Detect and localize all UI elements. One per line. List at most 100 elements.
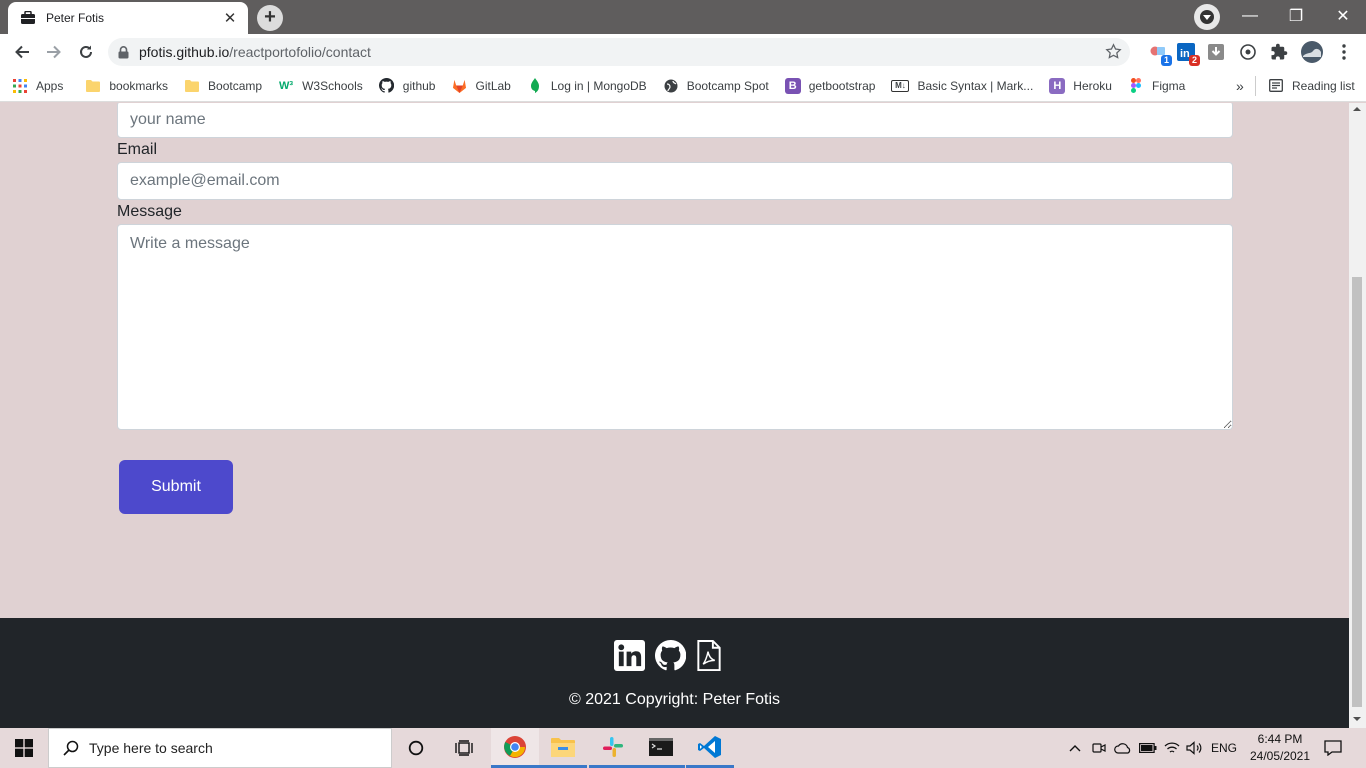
bootstrap-icon: B [784, 77, 801, 94]
reading-list-button[interactable]: Reading list [1260, 72, 1363, 100]
bookmark-bootcamp[interactable]: Bootcamp [176, 72, 270, 100]
bookmark-apps[interactable]: Apps [0, 72, 71, 100]
markdown-icon: M↓ [891, 79, 910, 92]
reading-list-icon [1268, 78, 1284, 94]
bookmark-markdown[interactable]: M↓ Basic Syntax | Mark... [883, 72, 1041, 100]
battery-icon[interactable] [1138, 728, 1158, 768]
minimize-button[interactable]: — [1227, 0, 1273, 32]
github-icon[interactable] [655, 640, 686, 671]
onedrive-icon[interactable] [1113, 728, 1133, 768]
volume-icon[interactable] [1184, 728, 1204, 768]
bookmark-label: Basic Syntax | Mark... [917, 78, 1034, 93]
bookmark-label: Log in | MongoDB [550, 78, 647, 93]
bookmark-github[interactable]: github [371, 72, 444, 100]
new-tab-button[interactable]: + [257, 5, 283, 31]
folder-icon [184, 78, 200, 94]
forward-icon[interactable] [40, 38, 68, 66]
page-scrollbar[interactable] [1349, 103, 1366, 728]
tab-close-icon[interactable]: ✕ [222, 9, 238, 27]
bookmark-getbootstrap[interactable]: B getbootstrap [777, 72, 884, 100]
bookmark-bookmarks[interactable]: bookmarks [77, 72, 176, 100]
pdf-resume-icon[interactable] [696, 640, 722, 671]
task-view-icon[interactable] [440, 728, 488, 768]
browser-tab[interactable]: Peter Fotis ✕ [8, 2, 248, 34]
lock-icon[interactable] [118, 45, 129, 59]
extension-circle-icon[interactable] [1236, 40, 1260, 64]
linkedin-badge: 2 [1188, 55, 1200, 66]
page-content: Email Message Submit © 2021 Copyright: P… [0, 103, 1349, 728]
reading-list-label: Reading list [1292, 78, 1355, 93]
mongodb-icon [527, 78, 543, 94]
close-window-button[interactable]: ✕ [1320, 0, 1366, 32]
clock-time: 6:44 PM [1257, 732, 1303, 746]
bookmark-label: Figma [1151, 78, 1186, 93]
chrome-taskbar-icon[interactable] [491, 728, 539, 768]
linkedin-icon[interactable] [614, 640, 645, 671]
slack-icon[interactable] [589, 728, 637, 768]
bookmarks-bar: Apps bookmarks Bootcamp W³ W3Schools git… [0, 70, 1366, 102]
scroll-up-icon[interactable] [1353, 107, 1361, 111]
bookmark-label: bookmarks [109, 78, 169, 93]
windows-start-icon[interactable] [0, 728, 48, 768]
github-icon [379, 78, 395, 94]
linkedin-ext-icon[interactable]: in 2 [1174, 40, 1200, 66]
folder-icon [85, 78, 101, 94]
scrollbar-thumb[interactable] [1352, 277, 1362, 707]
taskbar-search-box[interactable]: Type here to search [48, 728, 392, 768]
submit-button[interactable]: Submit [119, 460, 233, 514]
file-explorer-icon[interactable] [539, 728, 587, 768]
copyright-text: © 2021 Copyright: Peter Fotis [569, 691, 780, 708]
download-icon[interactable] [1204, 40, 1228, 64]
bookmark-figma[interactable]: Figma [1120, 72, 1193, 100]
bookmark-label: github [402, 78, 436, 93]
scroll-down-icon[interactable] [1353, 717, 1361, 721]
bookmark-bootcamp-spot[interactable]: Bootcamp Spot [655, 72, 777, 100]
bookmark-heroku[interactable]: H Heroku [1041, 72, 1120, 100]
page-footer: © 2021 Copyright: Peter Fotis [0, 618, 1349, 728]
address-bar[interactable]: pfotis.github.io/reactportofolio/contact [108, 38, 1130, 66]
bookmark-label: W3Schools [302, 78, 363, 93]
maximize-button[interactable]: ❐ [1273, 0, 1319, 32]
bookmark-gitlab[interactable]: GitLab [443, 72, 518, 100]
extension-icon[interactable]: 1 [1146, 40, 1172, 66]
bookmark-label: Apps [36, 78, 64, 93]
browser-toolbar: pfotis.github.io/reactportofolio/contact… [0, 34, 1366, 70]
back-icon[interactable] [8, 38, 36, 66]
search-icon [63, 740, 79, 756]
gitlab-icon [451, 78, 467, 94]
bookmark-label: Bootcamp [208, 78, 263, 93]
heroku-icon: H [1049, 77, 1066, 94]
bookmarks-overflow-button[interactable]: » [1228, 72, 1252, 100]
tray-overflow-icon[interactable] [1066, 728, 1084, 768]
extension-badge: 1 [1160, 55, 1172, 66]
cortana-icon[interactable] [392, 728, 440, 768]
name-input[interactable] [117, 103, 1233, 138]
bookmark-label: GitLab [475, 78, 511, 93]
bookmark-w3schools[interactable]: W³ W3Schools [270, 72, 371, 100]
tab-search-icon[interactable] [1194, 4, 1220, 30]
bookmark-label: getbootstrap [808, 78, 876, 93]
menu-dots-icon[interactable] [1332, 40, 1356, 64]
browser-tab-strip: Peter Fotis ✕ + — ❐ ✕ [0, 0, 1366, 34]
language-indicator[interactable]: ENG [1208, 728, 1240, 768]
vscode-icon[interactable] [686, 728, 734, 768]
email-input[interactable] [117, 162, 1233, 200]
puzzle-icon[interactable] [1267, 40, 1291, 64]
w3schools-icon: W³ [279, 79, 294, 92]
meet-now-icon[interactable] [1090, 728, 1108, 768]
terminal-icon[interactable] [637, 728, 685, 768]
bookmark-star-icon[interactable] [1105, 43, 1122, 60]
social-links [614, 640, 722, 671]
profile-avatar-icon[interactable] [1300, 40, 1324, 64]
bookmarks-divider [1255, 76, 1256, 96]
wifi-icon[interactable] [1162, 728, 1182, 768]
bookmark-mongodb[interactable]: Log in | MongoDB [519, 72, 655, 100]
url-text: pfotis.github.io/reactportofolio/contact [139, 44, 371, 60]
taskbar-clock[interactable]: 6:44 PM 24/05/2021 [1240, 731, 1320, 765]
windows-taskbar: Type here to search ENG 6:44 PM 24/05/20 [0, 728, 1366, 768]
email-label: Email [117, 141, 158, 158]
reload-icon[interactable] [72, 38, 100, 66]
globe-icon [663, 78, 679, 94]
notifications-icon[interactable] [1318, 728, 1348, 768]
message-textarea[interactable] [117, 224, 1233, 430]
